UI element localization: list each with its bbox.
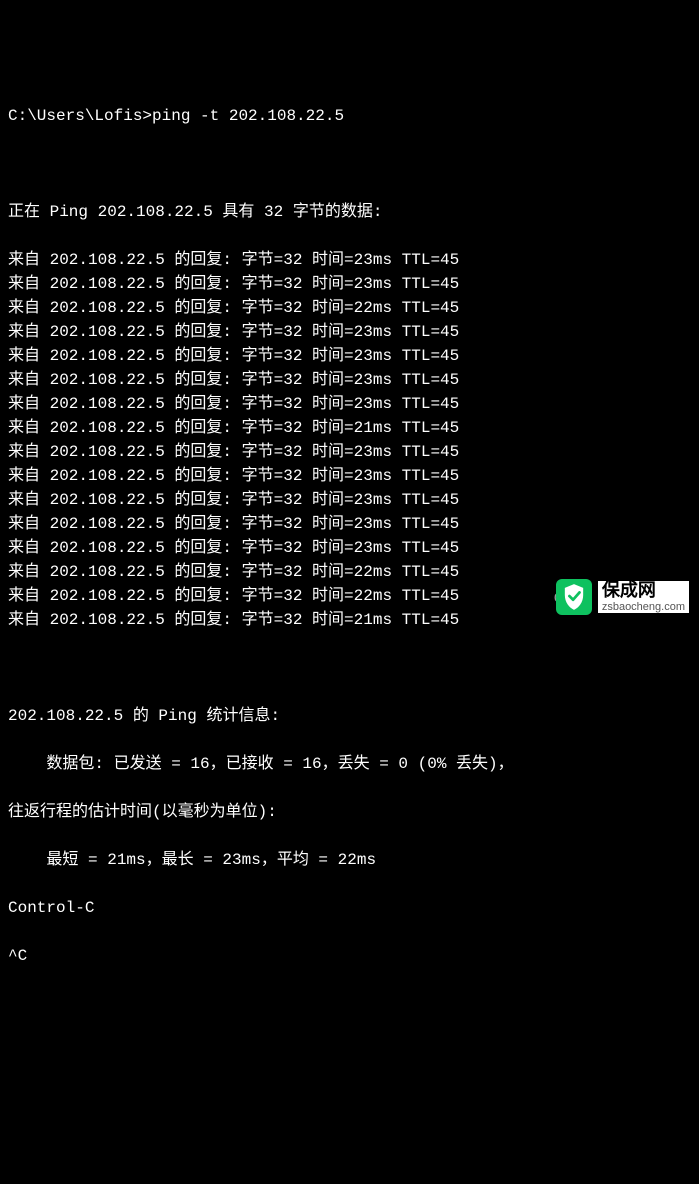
ping-reply-line: 来自 202.108.22.5 的回复: 字节=32 时间=23ms TTL=4…	[8, 248, 691, 272]
watermark: 保成网 zsbaocheng.com	[556, 579, 689, 615]
ping-reply-line: 来自 202.108.22.5 的回复: 字节=32 时间=23ms TTL=4…	[8, 440, 691, 464]
watermark-url: zsbaocheng.com	[598, 601, 689, 613]
ping-reply-line: 来自 202.108.22.5 的回复: 字节=32 时间=21ms TTL=4…	[8, 416, 691, 440]
prompt: C:\Users\Lofis>	[8, 107, 152, 125]
ping-header: 正在 Ping 202.108.22.5 具有 32 字节的数据:	[8, 200, 691, 224]
watermark-text: 保成网 zsbaocheng.com	[598, 581, 689, 613]
stats-rtt-label: 往返行程的估计时间(以毫秒为单位):	[8, 800, 691, 824]
stats-packets: 数据包: 已发送 = 16，已接收 = 16，丢失 = 0 (0% 丢失)，	[8, 752, 691, 776]
blank-line	[8, 152, 691, 176]
shield-icon	[563, 584, 585, 610]
ping-reply-line: 来自 202.108.22.5 的回复: 字节=32 时间=23ms TTL=4…	[8, 368, 691, 392]
ping-reply-line: 来自 202.108.22.5 的回复: 字节=32 时间=22ms TTL=4…	[8, 296, 691, 320]
ping-reply-line: 来自 202.108.22.5 的回复: 字节=32 时间=23ms TTL=4…	[8, 272, 691, 296]
stats-title: 202.108.22.5 的 Ping 统计信息:	[8, 704, 691, 728]
interrupt-line: Control-C	[8, 896, 691, 920]
caret-line: ^C	[8, 944, 691, 968]
ping-reply-line: 来自 202.108.22.5 的回复: 字节=32 时间=23ms TTL=4…	[8, 464, 691, 488]
prompt-line[interactable]: C:\Users\Lofis>ping -t 202.108.22.5	[8, 104, 691, 128]
ping-reply-line: 来自 202.108.22.5 的回复: 字节=32 时间=23ms TTL=4…	[8, 392, 691, 416]
stats-rtt-values: 最短 = 21ms，最长 = 23ms，平均 = 22ms	[8, 848, 691, 872]
watermark-title: 保成网	[598, 581, 689, 601]
ping-reply-line: 来自 202.108.22.5 的回复: 字节=32 时间=23ms TTL=4…	[8, 536, 691, 560]
command: ping -t 202.108.22.5	[152, 107, 344, 125]
ping-reply-line: 来自 202.108.22.5 的回复: 字节=32 时间=23ms TTL=4…	[8, 488, 691, 512]
ping-reply-line: 来自 202.108.22.5 的回复: 字节=32 时间=23ms TTL=4…	[8, 320, 691, 344]
ping-reply-line: 来自 202.108.22.5 的回复: 字节=32 时间=23ms TTL=4…	[8, 344, 691, 368]
watermark-badge	[556, 579, 592, 615]
blank-line	[8, 656, 691, 680]
ping-replies: 来自 202.108.22.5 的回复: 字节=32 时间=23ms TTL=4…	[8, 248, 691, 632]
ping-reply-line: 来自 202.108.22.5 的回复: 字节=32 时间=23ms TTL=4…	[8, 512, 691, 536]
